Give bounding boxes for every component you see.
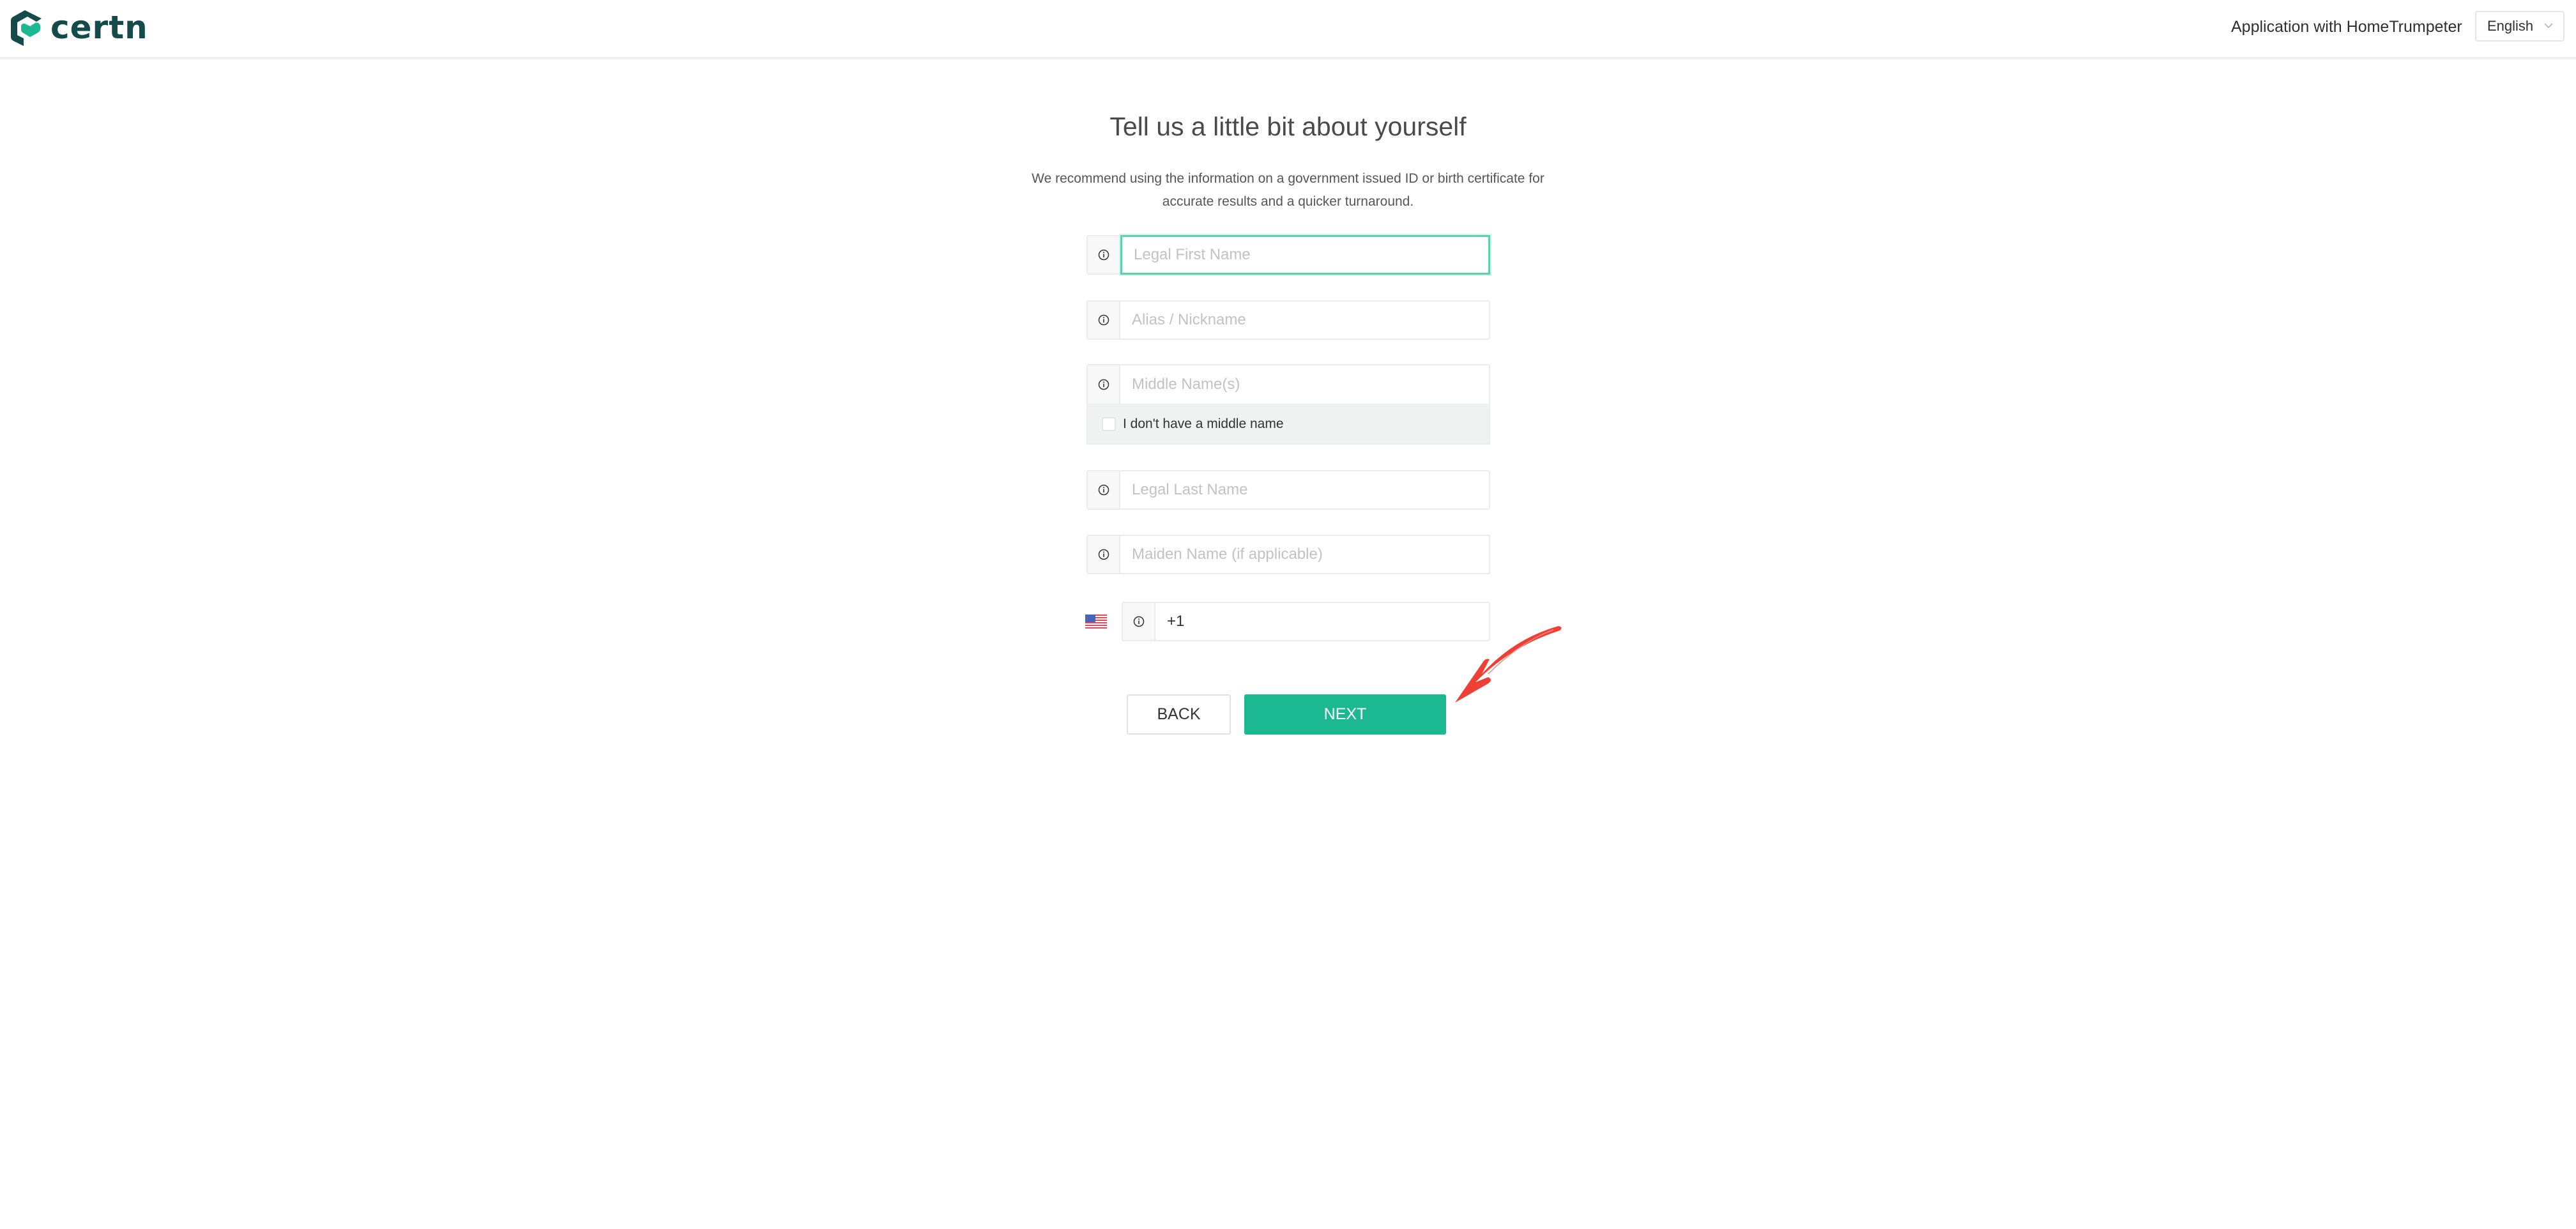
maiden-name-input[interactable] — [1120, 536, 1489, 573]
legal-first-name-input[interactable] — [1120, 235, 1490, 275]
info-icon-cell[interactable] — [1088, 302, 1120, 339]
info-icon-cell[interactable] — [1123, 603, 1155, 640]
language-selected: English — [2487, 18, 2534, 34]
chevron-down-icon — [2544, 23, 2553, 29]
application-title: Application with HomeTrumpeter — [2231, 18, 2462, 36]
info-icon-cell[interactable] — [1088, 236, 1120, 273]
maiden-name-field — [1086, 535, 1490, 574]
legal-first-name-field — [1086, 235, 1490, 275]
subtitle-line-2: accurate results and a quicker turnaroun… — [1162, 194, 1414, 209]
certn-logo[interactable]: certn — [10, 9, 148, 46]
alias-nickname-input[interactable] — [1120, 302, 1489, 339]
back-button[interactable]: BACK — [1127, 694, 1231, 735]
info-icon — [1098, 379, 1109, 390]
legal-last-name-input[interactable] — [1120, 471, 1489, 508]
info-icon-cell[interactable] — [1088, 365, 1120, 404]
us-flag-icon[interactable] — [1085, 614, 1107, 630]
phone-input[interactable] — [1155, 603, 1489, 640]
page-subtitle: We recommend using the information on a … — [996, 167, 1580, 213]
alias-nickname-field — [1086, 300, 1490, 340]
language-select[interactable]: English — [2475, 11, 2565, 42]
middle-names-field — [1086, 364, 1490, 405]
info-icon — [1098, 314, 1109, 326]
info-icon-cell[interactable] — [1088, 471, 1120, 508]
logo-text: certn — [50, 9, 148, 46]
info-icon — [1098, 249, 1109, 261]
info-icon-cell[interactable] — [1088, 536, 1120, 573]
no-middle-name-label[interactable]: I don't have a middle name — [1123, 416, 1284, 432]
info-icon — [1133, 616, 1144, 627]
next-button[interactable]: NEXT — [1244, 694, 1446, 735]
info-icon — [1098, 484, 1109, 496]
certn-logo-icon — [11, 10, 42, 46]
info-icon — [1098, 549, 1109, 560]
no-middle-name-row[interactable]: I don't have a middle name — [1086, 404, 1490, 445]
no-middle-name-checkbox[interactable] — [1102, 416, 1116, 431]
middle-names-input[interactable] — [1120, 365, 1489, 404]
legal-last-name-field — [1086, 470, 1490, 510]
header: certn Application with HomeTrumpeter Eng… — [0, 0, 2576, 59]
page-title: Tell us a little bit about yourself — [1109, 112, 1467, 141]
subtitle-line-1: We recommend using the information on a … — [1032, 171, 1544, 186]
phone-field — [1122, 602, 1490, 641]
